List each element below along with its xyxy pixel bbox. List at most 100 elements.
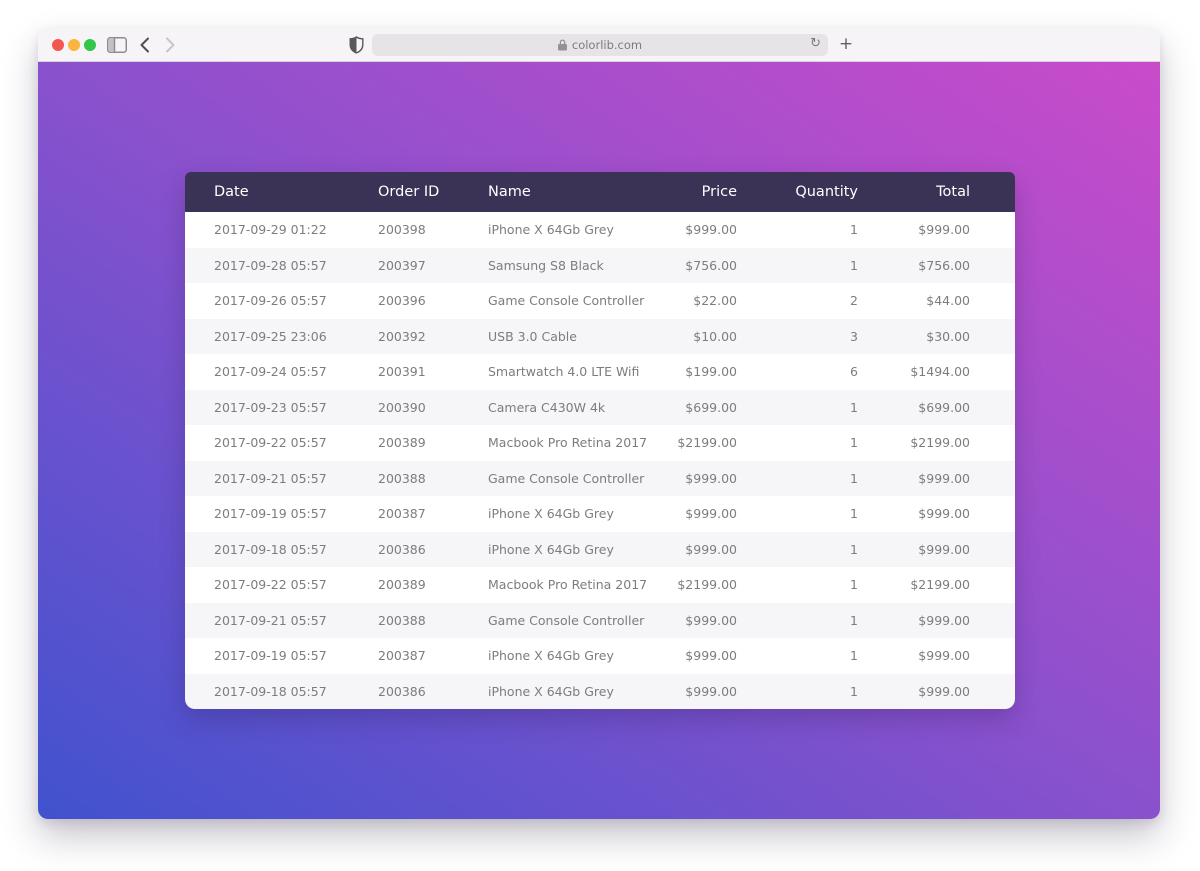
lock-icon xyxy=(558,39,567,51)
table-cell: $2199.00 xyxy=(648,567,737,603)
table-row: 2017-09-24 05:57200391Smartwatch 4.0 LTE… xyxy=(185,354,1015,390)
table-cell: 200391 xyxy=(378,354,488,390)
table-cell: 2017-09-23 05:57 xyxy=(185,390,378,426)
table-row: 2017-09-18 05:57200386iPhone X 64Gb Grey… xyxy=(185,532,1015,568)
table-cell: 2017-09-28 05:57 xyxy=(185,248,378,284)
table-cell: iPhone X 64Gb Grey xyxy=(488,638,648,674)
table-body: 2017-09-29 01:22200398iPhone X 64Gb Grey… xyxy=(185,212,1015,709)
table-cell: 200397 xyxy=(378,248,488,284)
table-cell: 1 xyxy=(737,567,858,603)
table-cell: 2017-09-21 05:57 xyxy=(185,603,378,639)
back-button[interactable] xyxy=(137,37,151,53)
table-cell: $999.00 xyxy=(858,212,1015,248)
table-cell: 200389 xyxy=(378,425,488,461)
table-cell: 2017-09-18 05:57 xyxy=(185,674,378,710)
table-cell: 2017-09-26 05:57 xyxy=(185,283,378,319)
new-tab-button[interactable]: + xyxy=(835,33,857,55)
table-cell: 2017-09-22 05:57 xyxy=(185,567,378,603)
table-cell: 1 xyxy=(737,248,858,284)
table-cell: 200392 xyxy=(378,319,488,355)
table-row: 2017-09-23 05:57200390Camera C430W 4k$69… xyxy=(185,390,1015,426)
table-cell: Smartwatch 4.0 LTE Wifi xyxy=(488,354,648,390)
table-cell: 200388 xyxy=(378,461,488,497)
table-cell: Macbook Pro Retina 2017 xyxy=(488,425,648,461)
table-cell: 1 xyxy=(737,638,858,674)
close-button[interactable] xyxy=(52,39,64,51)
table-cell: $2199.00 xyxy=(858,567,1015,603)
table-cell: 2017-09-24 05:57 xyxy=(185,354,378,390)
table-row: 2017-09-22 05:57200389Macbook Pro Retina… xyxy=(185,425,1015,461)
browser-titlebar: colorlib.com ↻ + xyxy=(38,28,1160,62)
table-row: 2017-09-28 05:57200397Samsung S8 Black $7… xyxy=(185,248,1015,284)
address-bar-url: colorlib.com xyxy=(572,38,642,52)
table-cell: 200398 xyxy=(378,212,488,248)
table-cell: USB 3.0 Cable xyxy=(488,319,648,355)
table-cell: 2017-09-21 05:57 xyxy=(185,461,378,497)
table-cell: 2017-09-18 05:57 xyxy=(185,532,378,568)
table-row: 2017-09-21 05:57200388Game Console Contr… xyxy=(185,603,1015,639)
table-cell: 6 xyxy=(737,354,858,390)
reload-button[interactable]: ↻ xyxy=(810,36,821,54)
orders-table: DateOrder IDNamePriceQuantityTotal 2017-… xyxy=(185,172,1015,709)
table-cell: $999.00 xyxy=(858,603,1015,639)
table-cell: 2017-09-19 05:57 xyxy=(185,496,378,532)
table-cell: 200396 xyxy=(378,283,488,319)
table-row: 2017-09-18 05:57200386iPhone X 64Gb Grey… xyxy=(185,674,1015,710)
table-cell: $2199.00 xyxy=(858,425,1015,461)
browser-window: colorlib.com ↻ + DateOrder IDNamePriceQu… xyxy=(38,28,1160,819)
column-header-name: Name xyxy=(488,172,648,212)
table-cell: 200387 xyxy=(378,638,488,674)
table-cell: 1 xyxy=(737,532,858,568)
table-cell: $699.00 xyxy=(648,390,737,426)
table-row: 2017-09-25 23:06200392USB 3.0 Cable$10.0… xyxy=(185,319,1015,355)
table-cell: $999.00 xyxy=(858,638,1015,674)
table-cell: 1 xyxy=(737,425,858,461)
table-cell: Game Console Controller xyxy=(488,461,648,497)
table-cell: 200386 xyxy=(378,674,488,710)
table-cell: 1 xyxy=(737,461,858,497)
column-header-order-id: Order ID xyxy=(378,172,488,212)
table-cell: 200387 xyxy=(378,496,488,532)
minimize-button[interactable] xyxy=(68,39,80,51)
table-cell: $44.00 xyxy=(858,283,1015,319)
table-cell: $999.00 xyxy=(858,674,1015,710)
table-cell: 200390 xyxy=(378,390,488,426)
zoom-button[interactable] xyxy=(84,39,96,51)
table-cell: Samsung S8 Black xyxy=(488,248,648,284)
table-cell: $30.00 xyxy=(858,319,1015,355)
column-header-price: Price xyxy=(648,172,737,212)
table-row: 2017-09-26 05:57200396Game Console Contr… xyxy=(185,283,1015,319)
table-row: 2017-09-19 05:57200387iPhone X 64Gb Grey… xyxy=(185,638,1015,674)
table-cell: 2017-09-22 05:57 xyxy=(185,425,378,461)
table-cell: $2199.00 xyxy=(648,425,737,461)
table-cell: $999.00 xyxy=(648,638,737,674)
table-cell: Game Console Controller xyxy=(488,283,648,319)
shield-icon[interactable] xyxy=(348,36,364,54)
table-cell: $199.00 xyxy=(648,354,737,390)
table-header-row: DateOrder IDNamePriceQuantityTotal xyxy=(185,172,1015,212)
address-bar[interactable]: colorlib.com ↻ xyxy=(372,34,828,56)
table-cell: $999.00 xyxy=(648,461,737,497)
table-cell: 1 xyxy=(737,390,858,426)
table-cell: 2 xyxy=(737,283,858,319)
table-cell: $999.00 xyxy=(648,212,737,248)
table-cell: 1 xyxy=(737,496,858,532)
table-cell: $1494.00 xyxy=(858,354,1015,390)
table-row: 2017-09-21 05:57200388Game Console Contr… xyxy=(185,461,1015,497)
table-cell: Macbook Pro Retina 2017 xyxy=(488,567,648,603)
table-cell: 1 xyxy=(737,674,858,710)
sidebar-toggle-button[interactable] xyxy=(107,37,127,53)
table-cell: $999.00 xyxy=(858,532,1015,568)
table-cell: $999.00 xyxy=(858,461,1015,497)
table-cell: $999.00 xyxy=(858,496,1015,532)
table-row: 2017-09-19 05:57200387iPhone X 64Gb Grey… xyxy=(185,496,1015,532)
table-cell: $10.00 xyxy=(648,319,737,355)
table-cell: 3 xyxy=(737,319,858,355)
table-cell: 200389 xyxy=(378,567,488,603)
table-cell: 200388 xyxy=(378,603,488,639)
forward-button[interactable] xyxy=(163,37,177,53)
table-cell: $756.00 xyxy=(858,248,1015,284)
table-row: 2017-09-29 01:22200398iPhone X 64Gb Grey… xyxy=(185,212,1015,248)
table-cell: $699.00 xyxy=(858,390,1015,426)
table-cell: 2017-09-19 05:57 xyxy=(185,638,378,674)
